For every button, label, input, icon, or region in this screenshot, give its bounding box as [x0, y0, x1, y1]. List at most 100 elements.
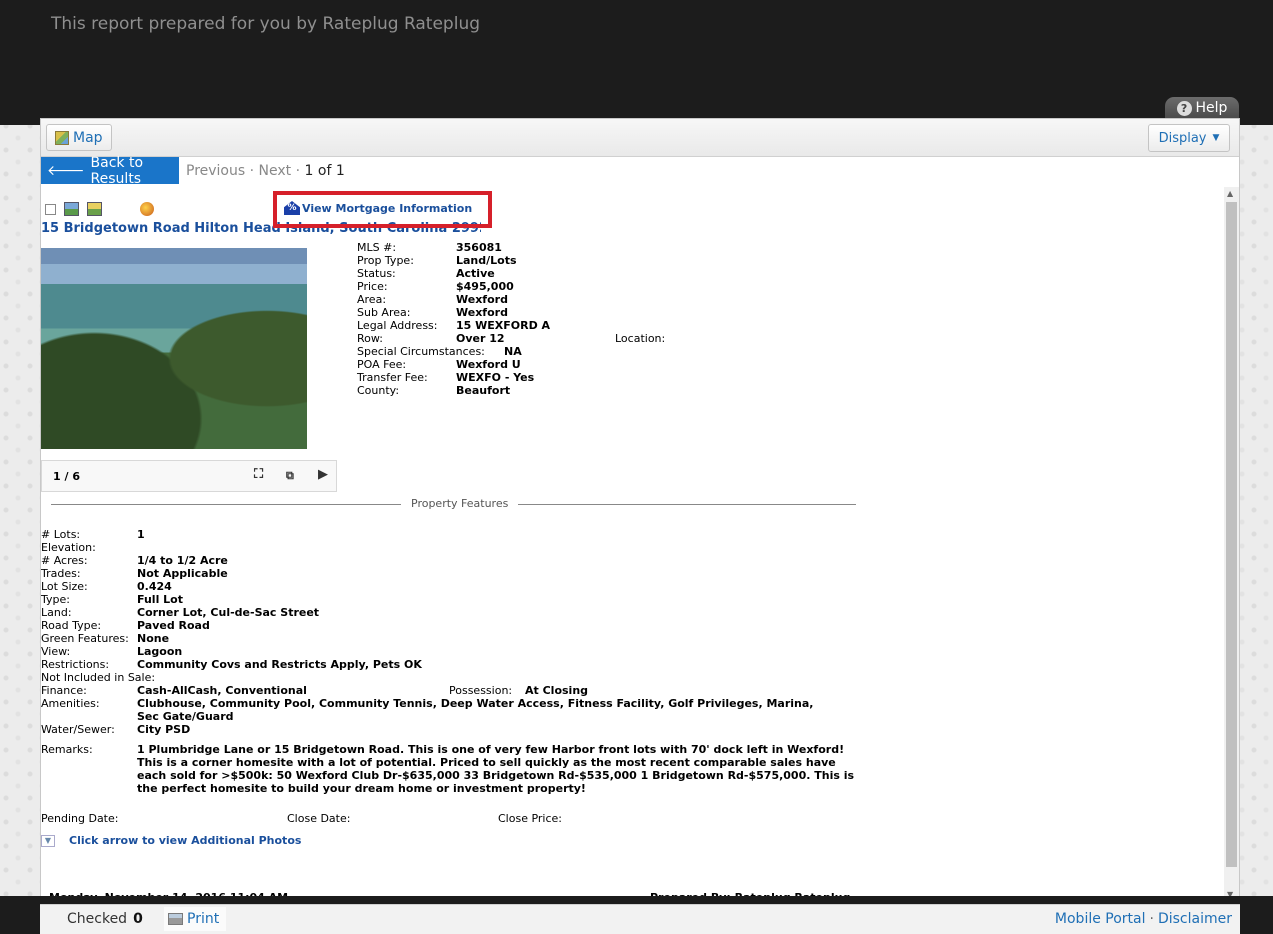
possession-label: Possession: — [449, 684, 513, 697]
map-label: Map — [73, 129, 103, 146]
property-features-header: Property Features — [51, 497, 856, 511]
pending-date-label: Pending Date: — [41, 812, 119, 825]
help-button[interactable]: ? Help — [1165, 97, 1239, 119]
possession-field: Possession: At Closing — [449, 684, 649, 698]
field-label: Prop Type: — [357, 254, 414, 267]
amenities-value-cont: Sec Gate/Guard — [137, 710, 234, 723]
display-label: Display — [1158, 130, 1207, 146]
additional-photos-toggle[interactable]: ▼ Click arrow to view Additional Photos — [41, 834, 301, 847]
field-value: 15 WEXFORD A — [456, 319, 551, 332]
field-value: 1 — [137, 528, 145, 541]
pager: Previous · Next · 1 of 1 — [186, 163, 345, 179]
link-separator: · — [1149, 911, 1154, 927]
bottom-toolbar: Checked 0 Print Mobile Portal · Disclaimer — [40, 904, 1240, 934]
field-label: Price: — [357, 280, 388, 293]
field-label: MLS #: — [357, 241, 397, 254]
field-value: Beaufort — [456, 384, 511, 397]
additional-photos-label: Click arrow to view Additional Photos — [69, 834, 302, 847]
field-label: Trades: — [41, 567, 81, 580]
checked-label: Checked — [67, 911, 128, 927]
amenities-value: Clubhouse, Community Pool, Community Ten… — [137, 697, 814, 710]
field-value: Over 12 — [456, 332, 505, 345]
scrollbar-thumb[interactable] — [1226, 202, 1237, 867]
field-value: Wexford — [456, 306, 508, 319]
scroll-up-icon[interactable]: ▲ — [1227, 189, 1233, 198]
map-icon — [55, 130, 69, 145]
field-label: # Acres: — [41, 554, 88, 567]
previous-link[interactable]: Previous — [186, 163, 245, 179]
field-label: Row: — [357, 332, 383, 345]
remarks-text: 1 Plumbridge Lane or 15 Bridgetown Road.… — [137, 743, 855, 795]
field-label: Sub Area: — [357, 306, 411, 319]
fullscreen-icon[interactable]: ⛶ — [254, 467, 263, 482]
field-value: Full Lot — [137, 593, 183, 606]
display-button[interactable]: Display ▼ — [1148, 124, 1230, 152]
back-to-results-button[interactable]: 🡐 Back to Results — [41, 154, 179, 187]
listing-actions — [45, 202, 154, 216]
mortgage-house-icon: % — [284, 201, 300, 215]
field-value: Lagoon — [137, 645, 183, 658]
report-panel: Map Display ▼ 🡐 Back to Results Previous… — [40, 118, 1240, 934]
map-button[interactable]: Map — [46, 124, 112, 151]
field-value: Wexford U — [456, 358, 521, 371]
water-label: Water/Sewer: — [41, 723, 115, 736]
field-label: POA Fee: — [357, 358, 407, 371]
amenities-label: Amenities: — [41, 697, 100, 710]
field-value: Active — [456, 267, 495, 280]
select-checkbox[interactable] — [45, 203, 56, 215]
field-value: 356081 — [456, 241, 502, 254]
chevron-down-icon: ▼ — [1212, 133, 1220, 143]
field-label: Elevation: — [41, 541, 96, 554]
next-link[interactable]: Next — [259, 163, 292, 179]
field-label: Status: — [357, 267, 396, 280]
checked-counter: Checked 0 — [67, 911, 143, 927]
popout-icon[interactable]: ⧉ — [286, 469, 294, 483]
field-label: Finance: — [41, 684, 87, 697]
back-label: Back to Results — [90, 154, 144, 187]
checked-count: 0 — [133, 911, 143, 927]
field-value: 1/4 to 1/2 Acre — [137, 554, 228, 567]
photo-icon[interactable] — [64, 202, 79, 216]
remarks-label-wrap: Remarks: — [41, 743, 131, 757]
close-date-label: Close Date: — [287, 812, 351, 825]
water-field: Water/Sewer: City PSD — [41, 723, 341, 737]
amenities-field: Amenities: Clubhouse, Community Pool, Co… — [41, 697, 861, 725]
print-button[interactable]: Print — [164, 907, 226, 931]
field-label: Road Type: — [41, 619, 102, 632]
gallery-icon[interactable] — [87, 202, 102, 216]
arrow-left-icon: 🡐 — [47, 163, 85, 179]
pager-separator: · — [295, 163, 301, 179]
closing-fields: Pending Date: Close Date: Close Price: — [41, 812, 861, 826]
close-price-label: Close Price: — [498, 812, 563, 825]
property-photo[interactable] — [41, 248, 307, 449]
prepared-by-text: This report prepared for you by Rateplug… — [51, 14, 481, 34]
photo-index: 1 / 6 — [53, 470, 80, 483]
mobile-portal-link[interactable]: Mobile Portal — [1055, 911, 1146, 927]
field-value: WEXFO - Yes — [456, 371, 535, 384]
field-value: Corner Lot, Cul-de-Sac Street — [137, 606, 320, 619]
field-value: NA — [504, 345, 522, 358]
globe-icon[interactable] — [140, 202, 154, 216]
field-label: View: — [41, 645, 71, 658]
view-mortgage-link[interactable]: % View Mortgage Information — [284, 201, 472, 215]
field-label: Restrictions: — [41, 658, 110, 671]
disclaimer-link[interactable]: Disclaimer — [1158, 911, 1232, 927]
printer-icon — [168, 913, 183, 925]
help-label: Help — [1195, 100, 1228, 116]
field-label: Land: — [41, 606, 72, 619]
field-label: Not Included in Sale: — [41, 671, 156, 684]
next-photo-icon[interactable]: ▶ — [318, 467, 328, 482]
expand-arrow-icon[interactable]: ▼ — [41, 834, 55, 847]
field-value: Community Covs and Restricts Apply, Pets… — [137, 658, 422, 671]
field-label: County: — [357, 384, 400, 397]
remarks-label: Remarks: — [41, 743, 93, 756]
footer-links: Mobile Portal · Disclaimer — [1055, 911, 1232, 927]
field-label: Area: — [357, 293, 387, 306]
field-value: $495,000 — [456, 280, 514, 293]
photo-navigation: 1 / 6 ⛶ ⧉ ▶ — [41, 460, 337, 492]
vertical-scrollbar[interactable]: ▲ ▼ — [1224, 187, 1239, 902]
field-value: Not Applicable — [137, 567, 228, 580]
toolbar: Map Display ▼ — [41, 119, 1239, 157]
listing-content: 15 Bridgetown Road Hilton Head Island, S… — [41, 187, 1239, 902]
field-value: Land/Lots — [456, 254, 517, 267]
